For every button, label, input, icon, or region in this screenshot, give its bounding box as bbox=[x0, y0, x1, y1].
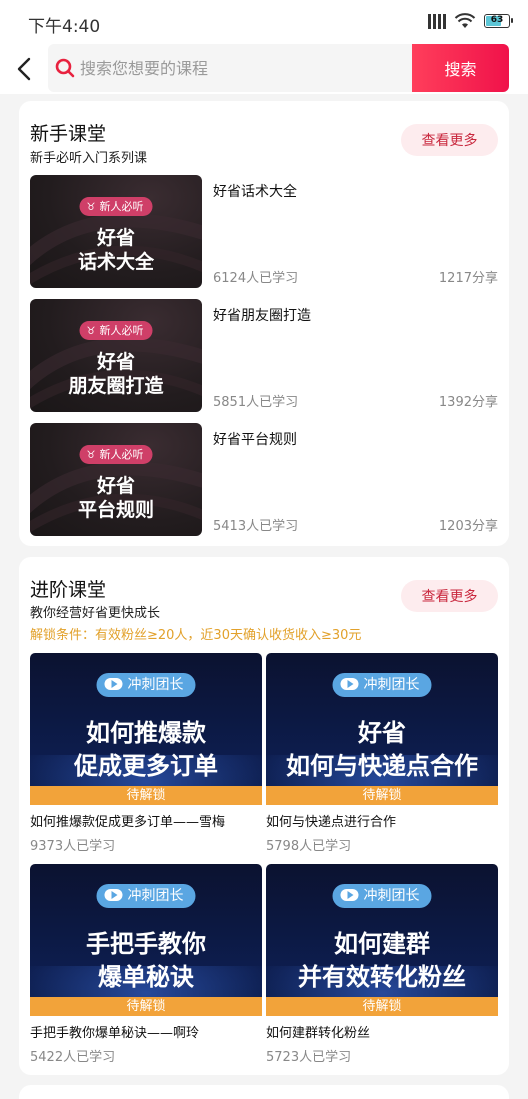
thumb-line2: 促成更多订单 bbox=[74, 752, 218, 780]
locked-label: 待解锁 bbox=[30, 786, 262, 805]
search-input[interactable] bbox=[80, 44, 410, 92]
view-more-button[interactable]: 查看更多 bbox=[401, 580, 498, 612]
share-count: 1203分享 bbox=[438, 519, 498, 534]
battery-icon: 63 bbox=[484, 14, 513, 28]
share-count: 1217分享 bbox=[438, 271, 498, 286]
search-bar: 搜索 bbox=[0, 44, 528, 94]
locked-label: 待解锁 bbox=[266, 786, 498, 805]
back-icon[interactable] bbox=[12, 54, 38, 84]
thumb-line2: 爆单秘诀 bbox=[98, 963, 194, 991]
view-more-button[interactable]: 查看更多 bbox=[401, 124, 498, 156]
play-icon bbox=[340, 889, 359, 901]
course-thumbnail[interactable]: 冲刺团长 好省 如何与快递点合作 bbox=[266, 653, 498, 805]
course-title[interactable]: 如何建群转化粉丝 bbox=[266, 1022, 370, 1041]
course-title[interactable]: 如何与快递点进行合作 bbox=[266, 811, 396, 830]
thumb-line2: 朋友圈打造 bbox=[68, 375, 164, 397]
course-thumbnail[interactable]: ♉ 新人必听 好省 平台规则 bbox=[30, 423, 202, 536]
sprint-leader-badge: 冲刺团长 bbox=[332, 673, 432, 697]
course-tile[interactable]: 冲刺团长 好省 如何与快递点合作 待解锁 如何与快递点进行合作 5798人已学习 bbox=[266, 653, 498, 856]
thumb-line1: 好省 bbox=[96, 227, 135, 249]
unlock-condition: 解锁条件：有效粉丝≥20人，近30天确认收货收入≥30元 bbox=[30, 628, 362, 643]
thumb-line1: 好省 bbox=[96, 475, 135, 497]
course-title[interactable]: 手把手教你爆单秘诀——啊玲 bbox=[30, 1022, 199, 1041]
course-thumbnail[interactable]: 冲刺团长 如何建群 并有效转化粉丝 bbox=[266, 864, 498, 1016]
section-title: 新手课堂 bbox=[30, 123, 107, 145]
course-thumbnail[interactable]: ♉ 新人必听 好省 朋友圈打造 bbox=[30, 299, 202, 412]
course-tile[interactable]: 冲刺团长 手把手教你 爆单秘诀 待解锁 手把手教你爆单秘诀——啊玲 5422人已… bbox=[30, 864, 262, 1067]
sprint-leader-badge: 冲刺团长 bbox=[332, 884, 432, 908]
course-title[interactable]: 如何推爆款促成更多订单——雪梅 bbox=[30, 811, 225, 830]
new-user-badge: ♉ 新人必听 bbox=[79, 445, 153, 464]
learner-count: 6124人已学习 bbox=[213, 271, 299, 286]
thumb-line2: 平台规则 bbox=[77, 499, 154, 521]
course-thumbnail[interactable]: 冲刺团长 手把手教你 爆单秘诀 bbox=[30, 864, 262, 1016]
course-tile[interactable]: 冲刺团长 如何推爆款 促成更多订单 待解锁 如何推爆款促成更多订单——雪梅 93… bbox=[30, 653, 262, 856]
sprint-leader-badge: 冲刺团长 bbox=[96, 673, 196, 697]
thumb-line1: 如何推爆款 bbox=[86, 719, 206, 747]
sprint-leader-badge: 冲刺团长 bbox=[96, 884, 196, 908]
learner-count: 9373人已学习 bbox=[30, 839, 116, 854]
bulb-icon: ♉ bbox=[86, 326, 96, 337]
signal-icon bbox=[428, 13, 446, 29]
thumb-line1: 如何建群 bbox=[334, 930, 430, 958]
play-icon bbox=[340, 678, 359, 690]
course-row[interactable]: ♉ 新人必听 好省 话术大全 好省话术大全 6124人已学习 1217分享 bbox=[30, 175, 498, 288]
learner-count: 5413人已学习 bbox=[213, 519, 299, 534]
new-user-badge: ♉ 新人必听 bbox=[79, 197, 153, 216]
learner-count: 5723人已学习 bbox=[266, 1050, 352, 1065]
thumb-line2: 并有效转化粉丝 bbox=[298, 963, 466, 991]
course-title[interactable]: 好省朋友圈打造 bbox=[213, 305, 311, 325]
thumb-line1: 手把手教你 bbox=[86, 930, 206, 958]
beginner-section: 新手课堂 新手必听入门系列课 查看更多 ♉ 新人必听 好省 话术大全 好省话术大全… bbox=[19, 101, 509, 546]
learner-count: 5422人已学习 bbox=[30, 1050, 116, 1065]
next-section-card bbox=[19, 1085, 509, 1099]
advanced-section: 进阶课堂 教你经营好省更快成长 解锁条件：有效粉丝≥20人，近30天确认收货收入… bbox=[19, 557, 509, 1075]
section-subtitle: 新手必听入门系列课 bbox=[30, 151, 148, 166]
search-icon bbox=[55, 58, 75, 78]
course-title[interactable]: 好省平台规则 bbox=[213, 429, 297, 449]
learner-count: 5851人已学习 bbox=[213, 395, 299, 410]
course-thumbnail[interactable]: ♉ 新人必听 好省 话术大全 bbox=[30, 175, 202, 288]
status-bar: 下午4:40 63 bbox=[0, 0, 528, 44]
locked-label: 待解锁 bbox=[30, 997, 262, 1016]
thumb-line2: 话术大全 bbox=[77, 251, 154, 273]
wifi-icon bbox=[454, 13, 476, 28]
status-icons: 63 bbox=[428, 13, 513, 29]
course-tile[interactable]: 冲刺团长 如何建群 并有效转化粉丝 待解锁 如何建群转化粉丝 5723人已学习 bbox=[266, 864, 498, 1067]
thumb-line1: 好省 bbox=[96, 351, 135, 373]
course-row[interactable]: ♉ 新人必听 好省 朋友圈打造 好省朋友圈打造 5851人已学习 1392分享 bbox=[30, 299, 498, 412]
share-count: 1392分享 bbox=[438, 395, 498, 410]
locked-label: 待解锁 bbox=[266, 997, 498, 1016]
bulb-icon: ♉ bbox=[86, 450, 96, 461]
search-box[interactable]: 搜索 bbox=[48, 44, 509, 92]
course-title[interactable]: 好省话术大全 bbox=[213, 181, 297, 201]
thumb-line1: 好省 bbox=[358, 719, 406, 747]
section-title: 进阶课堂 bbox=[30, 579, 107, 601]
section-subtitle: 教你经营好省更快成长 bbox=[30, 606, 161, 621]
course-row[interactable]: ♉ 新人必听 好省 平台规则 好省平台规则 5413人已学习 1203分享 bbox=[30, 423, 498, 536]
new-user-badge: ♉ 新人必听 bbox=[79, 321, 153, 340]
learner-count: 5798人已学习 bbox=[266, 839, 352, 854]
bulb-icon: ♉ bbox=[86, 202, 96, 213]
play-icon bbox=[104, 889, 123, 901]
course-thumbnail[interactable]: 冲刺团长 如何推爆款 促成更多订单 bbox=[30, 653, 262, 805]
search-button[interactable]: 搜索 bbox=[412, 44, 509, 92]
status-time: 下午4:40 bbox=[28, 17, 101, 37]
thumb-line2: 如何与快递点合作 bbox=[286, 752, 478, 780]
play-icon bbox=[104, 678, 123, 690]
